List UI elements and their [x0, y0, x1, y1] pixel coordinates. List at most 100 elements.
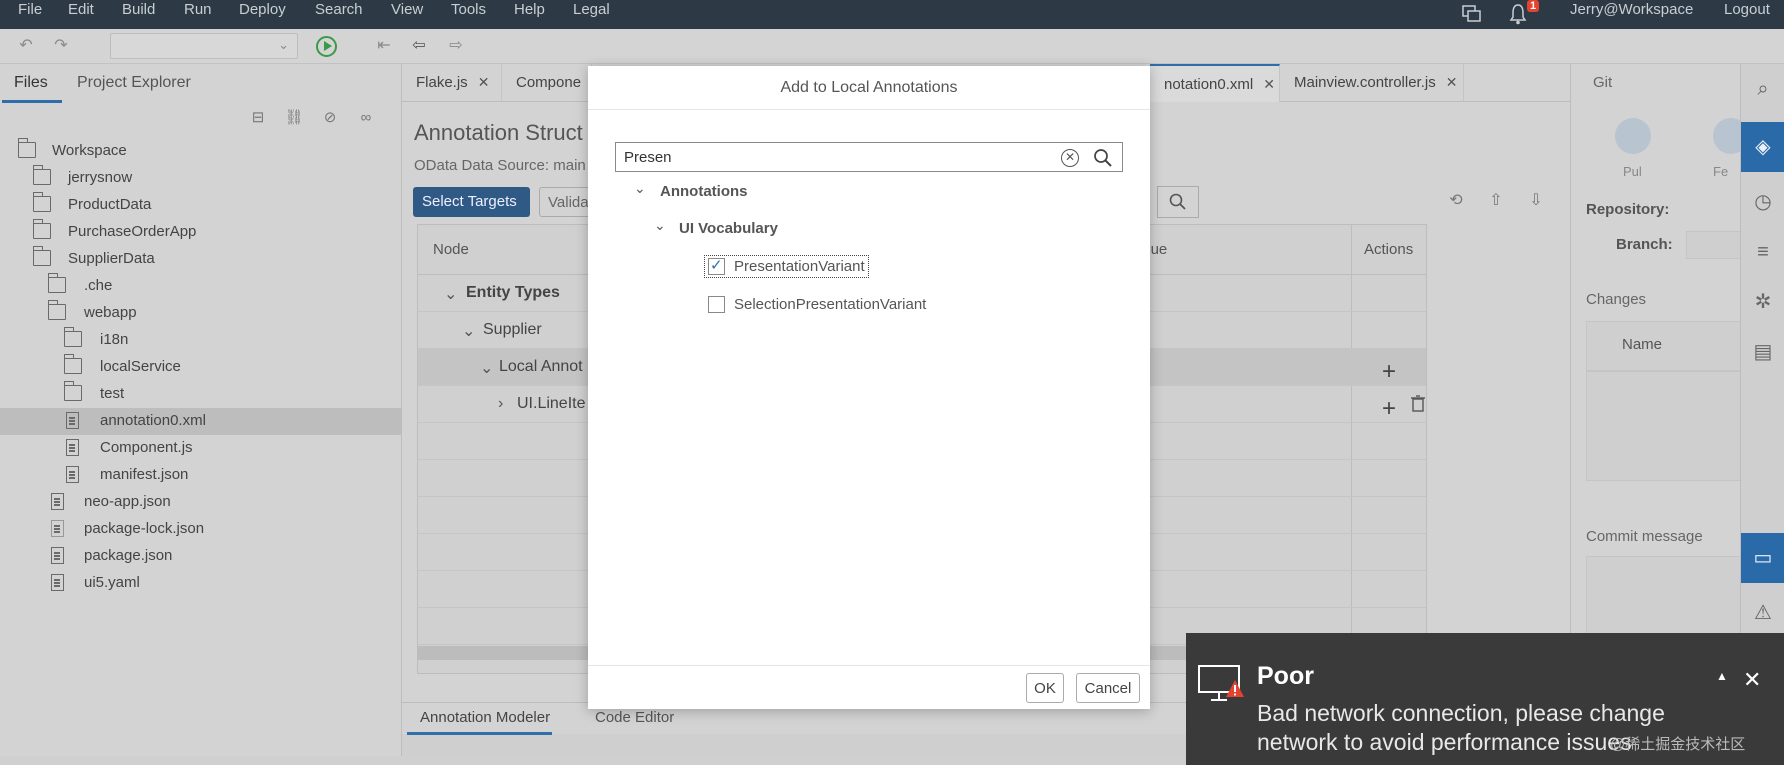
- tree-item-che[interactable]: .che: [0, 273, 401, 300]
- tree-item-test[interactable]: test: [0, 381, 401, 408]
- commit-message-input[interactable]: [1586, 556, 1741, 636]
- editor-tab-component[interactable]: Compone: [502, 64, 592, 102]
- close-icon[interactable]: ✕: [1263, 76, 1275, 92]
- tab-files[interactable]: Files: [14, 74, 48, 92]
- menu-run[interactable]: Run: [184, 1, 212, 18]
- tree-item-purchaseorderapp[interactable]: PurchaseOrderApp: [0, 219, 401, 246]
- debug-icon[interactable]: ✲: [1741, 277, 1784, 327]
- tree-item-label: Workspace: [52, 142, 127, 159]
- back-icon[interactable]: ⇦: [408, 35, 430, 57]
- windows-icon[interactable]: [1462, 5, 1482, 23]
- close-icon[interactable]: ✕: [1743, 667, 1761, 693]
- clipboard-icon[interactable]: ▤: [1741, 327, 1784, 377]
- collapse-icon[interactable]: ▲: [1716, 669, 1728, 683]
- branch-select[interactable]: [1686, 231, 1741, 259]
- tree-item-annotation0-xml[interactable]: annotation0.xml: [0, 408, 401, 435]
- git-panel-title: Git: [1593, 74, 1613, 91]
- search-input[interactable]: [624, 147, 1054, 167]
- outdent-icon[interactable]: ⇤: [373, 35, 395, 57]
- undo-icon[interactable]: ↶: [15, 35, 37, 57]
- tree-item-presentationvariant[interactable]: PresentationVariant: [734, 258, 865, 275]
- tree-item-webapp[interactable]: webapp: [0, 300, 401, 327]
- move-down-icon[interactable]: ⇩: [1525, 190, 1547, 212]
- add-icon[interactable]: +: [1382, 358, 1396, 386]
- tab-project-explorer[interactable]: Project Explorer: [77, 74, 191, 92]
- tree-item-neo-app-json[interactable]: neo-app.json: [0, 489, 401, 516]
- forward-icon[interactable]: ⇨: [445, 35, 467, 57]
- close-icon[interactable]: ✕: [478, 74, 490, 90]
- menu-file[interactable]: File: [18, 1, 42, 18]
- menu-search[interactable]: Search: [315, 1, 363, 18]
- menu-deploy[interactable]: Deploy: [239, 1, 286, 18]
- tree-item-supplierdata[interactable]: SupplierData: [0, 246, 401, 273]
- tab-annotation-modeler[interactable]: Annotation Modeler: [420, 709, 550, 726]
- chevron-down-icon[interactable]: ⌄: [480, 358, 493, 378]
- close-icon[interactable]: ✕: [1446, 74, 1458, 90]
- tree-item-jerrysnow[interactable]: jerrysnow: [0, 165, 401, 192]
- tree-item-workspace[interactable]: Workspace: [0, 138, 401, 165]
- files-panel: Files Project Explorer ⊟ ⛓ ⊘ ∞ Workspace…: [0, 64, 402, 765]
- pull-button[interactable]: [1615, 118, 1651, 154]
- menu-legal[interactable]: Legal: [573, 1, 610, 18]
- ok-button[interactable]: OK: [1026, 673, 1064, 703]
- checkbox-selectionpresentationvariant[interactable]: [708, 296, 725, 313]
- search-icon[interactable]: [1092, 147, 1114, 169]
- tree-item-package-json[interactable]: package.json: [0, 543, 401, 570]
- history-icon[interactable]: ◷: [1741, 177, 1784, 227]
- tree-item-ui5-yaml[interactable]: ui5.yaml: [0, 570, 401, 597]
- tree-item-package-lock-json[interactable]: package-lock.json: [0, 516, 401, 543]
- checkbox-presentationvariant[interactable]: [708, 256, 725, 275]
- clear-icon[interactable]: ✕: [1061, 149, 1079, 167]
- chevron-down-icon[interactable]: ⌄: [634, 180, 646, 197]
- chevron-down-icon[interactable]: ⌄: [444, 284, 457, 304]
- git-icon[interactable]: ◈: [1741, 122, 1784, 172]
- cancel-button[interactable]: Cancel: [1076, 673, 1140, 703]
- user-name[interactable]: Jerry@Workspace: [1570, 1, 1693, 18]
- editor-tab-annotation0-xml[interactable]: notation0.xml ✕: [1150, 64, 1280, 102]
- editor-tab-flake-js[interactable]: Flake.js ✕: [402, 64, 502, 102]
- bell-icon[interactable]: [1509, 3, 1527, 25]
- tree-item-label: neo-app.json: [84, 493, 171, 510]
- tree-item-label: annotation0.xml: [100, 412, 206, 429]
- tree-item-component-js[interactable]: Component.js: [0, 435, 401, 462]
- editor-tab-mainview-controller-js[interactable]: Mainview.controller.js ✕: [1280, 64, 1464, 102]
- add-icon[interactable]: +: [1382, 395, 1396, 423]
- menu-tools[interactable]: Tools: [451, 1, 486, 18]
- warning-icon[interactable]: ⚠: [1741, 588, 1784, 638]
- select-targets-button[interactable]: Select Targets: [413, 187, 530, 217]
- trash-icon[interactable]: [1411, 395, 1425, 412]
- search-icon[interactable]: [1157, 186, 1199, 218]
- outline-icon[interactable]: ≡: [1741, 227, 1784, 277]
- logout-link[interactable]: Logout: [1724, 1, 1770, 18]
- chevron-right-icon[interactable]: ›: [498, 395, 503, 413]
- redo-icon[interactable]: ↷: [50, 35, 72, 57]
- link-editor-icon[interactable]: ⛓: [284, 108, 304, 128]
- binoculars-icon[interactable]: ∞: [356, 108, 376, 128]
- tree-item-selectionpresentationvariant[interactable]: SelectionPresentationVariant: [734, 296, 926, 313]
- menu-help[interactable]: Help: [514, 1, 545, 18]
- menu-build[interactable]: Build: [122, 1, 155, 18]
- editor-tab-label: Compone: [516, 74, 582, 91]
- reset-icon[interactable]: ⟲: [1445, 190, 1467, 212]
- collapse-all-icon[interactable]: ⊟: [248, 108, 268, 128]
- menu-view[interactable]: View: [391, 1, 423, 18]
- run-icon[interactable]: [316, 36, 337, 57]
- annotation-search-field[interactable]: ✕: [615, 142, 1123, 172]
- menu-edit[interactable]: Edit: [68, 1, 94, 18]
- search-icon[interactable]: ⌕: [1741, 64, 1784, 114]
- row-label: Supplier: [483, 321, 542, 338]
- console-icon[interactable]: ▭: [1741, 533, 1784, 583]
- tree-item-manifest-json[interactable]: manifest.json: [0, 462, 401, 489]
- tab-code-editor[interactable]: Code Editor: [595, 709, 674, 726]
- move-up-icon[interactable]: ⇧: [1485, 190, 1507, 212]
- folder-icon: [47, 273, 66, 293]
- tree-node-annotations[interactable]: Annotations: [660, 183, 748, 200]
- hide-files-icon[interactable]: ⊘: [320, 108, 340, 128]
- chevron-down-icon[interactable]: ⌄: [654, 217, 666, 234]
- tree-item-localservice[interactable]: localService: [0, 354, 401, 381]
- tree-node-ui-vocabulary[interactable]: UI Vocabulary: [679, 220, 778, 237]
- chevron-down-icon[interactable]: ⌄: [462, 321, 475, 341]
- tree-item-i18n[interactable]: i18n: [0, 327, 401, 354]
- tree-item-productdata[interactable]: ProductData: [0, 192, 401, 219]
- run-configuration-select[interactable]: ⌄: [110, 33, 298, 59]
